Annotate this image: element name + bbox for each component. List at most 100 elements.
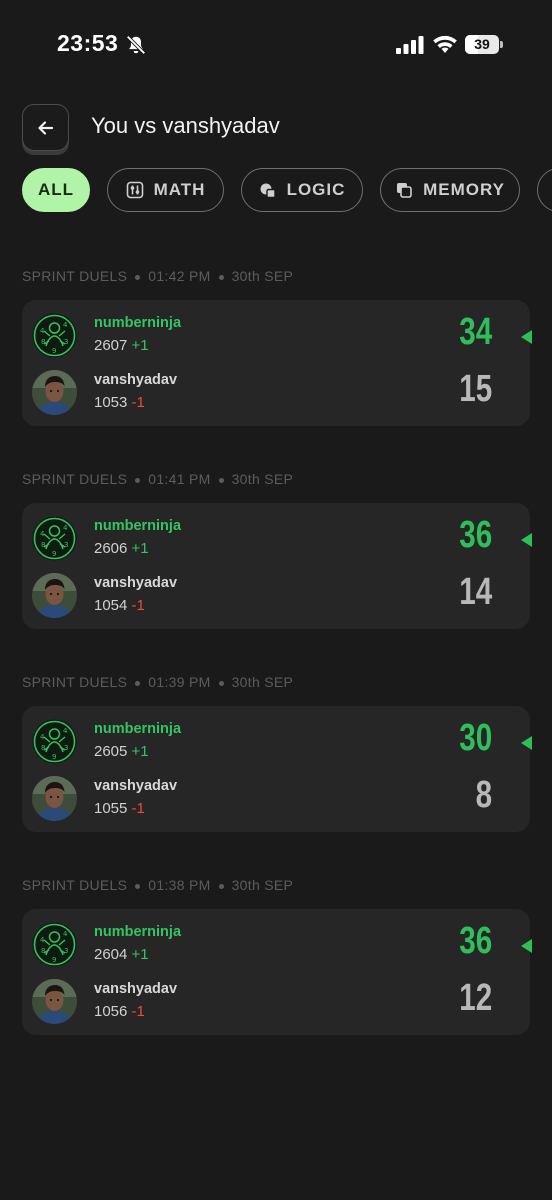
- tab-logic[interactable]: LOGIC: [241, 168, 363, 212]
- player-rating: 2606 +1: [94, 540, 149, 557]
- duel-date: 30th SEP: [231, 268, 294, 284]
- category-tabs: ALL MATH LOGIC MEMORY: [22, 168, 552, 212]
- duel-meta: SPRINT DUELS 01:39 PM 30th SEP: [22, 674, 530, 694]
- tab-memory[interactable]: MEMORY: [380, 168, 520, 212]
- arrow-left-icon: [37, 120, 53, 135]
- svg-text:4: 4: [40, 530, 45, 538]
- svg-text:8: 8: [41, 541, 45, 549]
- tab-label: LOGIC: [286, 180, 346, 199]
- player-row-winner: 4 4 8 9 3 numberninja 2605 +1 30: [32, 717, 532, 767]
- winner-arrow-icon: [521, 939, 532, 953]
- svg-text:8: 8: [41, 744, 45, 752]
- svg-text:4: 4: [63, 524, 68, 532]
- user-avatar: [32, 776, 77, 821]
- svg-text:8: 8: [41, 947, 45, 955]
- player-rating: 2604 +1: [94, 946, 149, 963]
- duel-card[interactable]: 4 4 8 9 3 numberninja 2606 +1 36 vanshya…: [22, 503, 532, 629]
- user-avatar: [32, 979, 77, 1024]
- player-row-opponent: vanshyadav 1055 -1 8: [32, 774, 522, 824]
- duel-type: SPRINT DUELS: [22, 268, 128, 284]
- player-rating: 1054 -1: [94, 597, 145, 614]
- rating-delta: +1: [131, 337, 149, 354]
- duel-entry: SPRINT DUELS 01:41 PM 30th SEP 4 4 8 9 3: [22, 471, 532, 629]
- winner-arrow-icon: [521, 736, 532, 750]
- duel-time: 01:42 PM: [148, 268, 211, 284]
- ninja-avatar: 4 4 8 9 3: [32, 313, 77, 358]
- rating-delta: +1: [131, 743, 149, 760]
- svg-text:4: 4: [63, 727, 68, 735]
- player-rating: 2607 +1: [94, 337, 149, 354]
- tab-all[interactable]: ALL: [22, 168, 90, 212]
- tab-label: MEMORY: [423, 180, 505, 199]
- winner-arrow-icon: [521, 533, 532, 547]
- player-score: 15: [459, 368, 492, 410]
- rating-delta: -1: [131, 1003, 145, 1020]
- duel-time: 01:38 PM: [148, 877, 211, 893]
- player-name: numberninja: [94, 721, 182, 737]
- duel-entry: SPRINT DUELS 01:38 PM 30th SEP 4 4 8 9 3: [22, 877, 532, 1035]
- tab-label: ALL: [37, 180, 75, 199]
- duel-type: SPRINT DUELS: [22, 471, 128, 487]
- user-avatar: [32, 573, 77, 618]
- svg-text:3: 3: [64, 744, 68, 752]
- tab-label: MATH: [153, 180, 206, 199]
- player-score: 8: [475, 774, 492, 816]
- user-avatar: [32, 370, 77, 415]
- player-row-winner: 4 4 8 9 3 numberninja 2606 +1 36: [32, 514, 532, 564]
- svg-text:9: 9: [52, 550, 56, 558]
- tab-math[interactable]: MATH: [107, 168, 224, 212]
- ninja-avatar: 4 4 8 9 3: [32, 922, 77, 967]
- player-rating: 2605 +1: [94, 743, 149, 760]
- player-score: 36: [459, 920, 492, 962]
- player-row-winner: 4 4 8 9 3 numberninja 2604 +1 36: [32, 920, 532, 970]
- cards-icon: [397, 183, 412, 198]
- rating-delta: -1: [131, 800, 145, 817]
- svg-text:9: 9: [52, 753, 56, 761]
- bell-muted-icon: [126, 35, 146, 55]
- svg-text:3: 3: [64, 338, 68, 346]
- player-name: numberninja: [94, 518, 182, 534]
- svg-text:9: 9: [52, 347, 56, 355]
- winner-arrow-icon: [521, 330, 532, 344]
- rating-delta: -1: [131, 597, 145, 614]
- page-title: You vs vanshyadav: [91, 113, 280, 138]
- battery-level: 39: [474, 36, 490, 52]
- duel-card[interactable]: 4 4 8 9 3 numberninja 2604 +1 36 vanshya…: [22, 909, 532, 1035]
- player-score: 34: [459, 311, 492, 353]
- player-score: 12: [459, 977, 492, 1019]
- duel-meta: SPRINT DUELS 01:41 PM 30th SEP: [22, 471, 530, 491]
- svg-text:9: 9: [52, 956, 56, 964]
- duel-type: SPRINT DUELS: [22, 877, 128, 893]
- player-name: vanshyadav: [94, 981, 178, 997]
- player-row-opponent: vanshyadav 1053 -1 15: [32, 368, 522, 418]
- duel-card[interactable]: 4 4 8 9 3 numberninja 2607 +1 34 vanshya…: [22, 300, 532, 426]
- duel-time: 01:41 PM: [148, 471, 211, 487]
- player-name: vanshyadav: [94, 575, 178, 591]
- player-row-opponent: vanshyadav 1056 -1 12: [32, 977, 522, 1027]
- player-row-opponent: vanshyadav 1054 -1 14: [32, 571, 522, 621]
- duel-time: 01:39 PM: [148, 674, 211, 690]
- tab-more[interactable]: [537, 168, 552, 212]
- svg-text:4: 4: [40, 327, 45, 335]
- shapes-icon: [260, 183, 276, 199]
- battery-tip: [500, 41, 503, 48]
- duel-card[interactable]: 4 4 8 9 3 numberninja 2605 +1 30 vanshya…: [22, 706, 532, 832]
- player-rating: 1053 -1: [94, 394, 145, 411]
- rating-delta: -1: [131, 394, 145, 411]
- duel-entry: SPRINT DUELS 01:42 PM 30th SEP 4 4 8 9 3: [22, 268, 532, 426]
- svg-text:4: 4: [63, 321, 68, 329]
- player-name: vanshyadav: [94, 372, 178, 388]
- player-name: numberninja: [94, 315, 182, 331]
- sliders-icon: [126, 181, 143, 199]
- player-row-winner: 4 4 8 9 3 numberninja 2607 +1 34: [32, 311, 532, 361]
- back-button[interactable]: [22, 104, 69, 151]
- player-rating: 1056 -1: [94, 1003, 145, 1020]
- duel-meta: SPRINT DUELS 01:42 PM 30th SEP: [22, 268, 530, 288]
- player-score: 30: [459, 717, 492, 759]
- player-score: 36: [459, 514, 492, 556]
- status-bar: 23:53 39: [0, 0, 552, 90]
- svg-text:8: 8: [41, 338, 45, 346]
- status-time: 23:53: [57, 30, 119, 56]
- player-name: numberninja: [94, 924, 182, 940]
- svg-text:4: 4: [40, 936, 45, 944]
